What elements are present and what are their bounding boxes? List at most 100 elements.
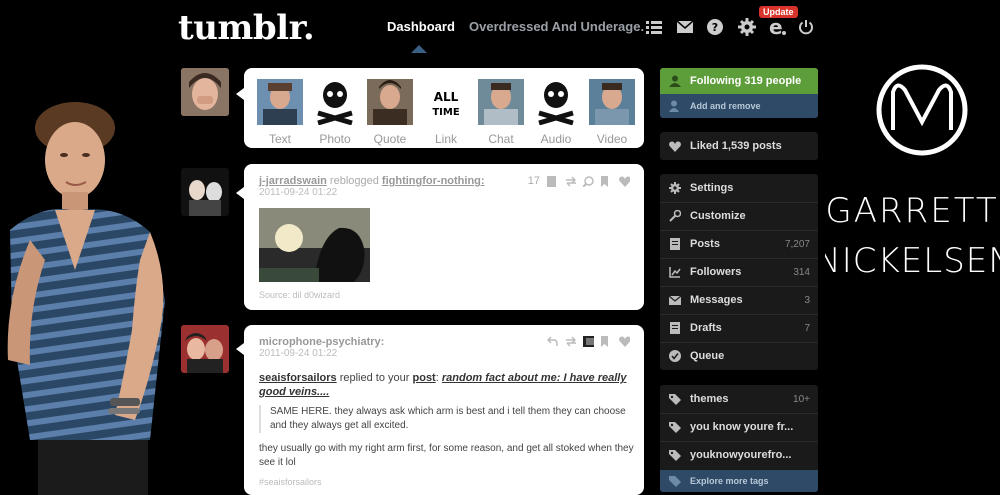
liked-row[interactable]: Liked 1,539 posts — [660, 132, 818, 160]
reply-icon[interactable] — [547, 336, 558, 347]
post-reblog: j-jarradswain reblogged fightingfor-noth… — [244, 164, 644, 310]
heart-icon — [669, 140, 681, 152]
nav-active-caret — [411, 45, 427, 53]
tag-label: youknowyourefro... — [690, 449, 792, 461]
post-type-label: Text — [268, 132, 291, 146]
sidebar-item-count: 7 — [804, 322, 810, 334]
post-header: microphone-psychiatry: — [259, 336, 384, 348]
tumblr-logo[interactable]: tumblr. — [178, 8, 315, 48]
sidebar-item-posts[interactable]: Posts 7,207 — [660, 230, 818, 258]
post-controls — [547, 336, 630, 347]
post-type-video[interactable]: Video — [588, 79, 636, 146]
post-date: 2011-09-24 01:22 — [259, 187, 338, 198]
post-type-label: Video — [596, 132, 628, 146]
post-type-text[interactable]: Text — [256, 79, 304, 146]
list-icon[interactable] — [643, 16, 665, 38]
bookmark-icon[interactable] — [601, 175, 612, 187]
photo-thumbnail-icon[interactable] — [583, 336, 594, 347]
post-action: reblogged — [329, 175, 379, 187]
sidebar-item-count: 314 — [793, 266, 810, 278]
sidebar-item-messages[interactable]: Messages 3 — [660, 286, 818, 314]
post-source-link[interactable]: fightingfor-nothing: — [382, 175, 485, 187]
sidebar-menu: Settings Customize Posts 7,207 Followers… — [660, 174, 818, 370]
bookmark-icon[interactable] — [601, 336, 612, 347]
post-controls: 17 — [528, 175, 630, 187]
post-photo[interactable] — [259, 208, 370, 282]
quote-text: SAME HERE. they always ask which arm is … — [270, 406, 626, 431]
post-date: 2011-09-24 01:22 — [259, 348, 338, 359]
power-icon[interactable] — [795, 16, 817, 38]
nav-blog-title[interactable]: Overdressed And Underage. — [469, 19, 644, 34]
post-author-link[interactable]: microphone-psychiatry: — [259, 336, 384, 348]
reply-text: replied to your — [339, 372, 410, 384]
sidebar-item-drafts[interactable]: Drafts 7 — [660, 314, 818, 342]
post-type-photo[interactable]: Photo — [311, 79, 359, 146]
tag-icon — [669, 449, 681, 461]
tracked-tags: themes 10+ you know youre fr... youknowy… — [660, 385, 818, 492]
mail-icon[interactable] — [674, 16, 696, 38]
tag-label: themes — [690, 393, 729, 405]
person-icon — [669, 75, 681, 87]
gear-icon — [669, 182, 681, 194]
tag-icon — [669, 393, 681, 405]
post-source[interactable]: Source: dil d0wizard — [259, 290, 340, 300]
like-heart-icon[interactable] — [619, 176, 630, 187]
sidebar-item-followers[interactable]: Followers 314 — [660, 258, 818, 286]
banner-name-line1: GARRETT — [825, 191, 998, 231]
sidebar-item-count: 7,207 — [784, 238, 810, 250]
search-icon[interactable] — [583, 175, 594, 187]
gear-icon[interactable] — [736, 16, 758, 38]
followers-chart-icon — [669, 266, 681, 278]
explore-tags-button[interactable]: Explore more tags — [660, 470, 818, 492]
liked-label: Liked 1,539 posts — [690, 140, 782, 152]
tag-count: 10+ — [793, 393, 810, 405]
tag-item[interactable]: youknowyourefro... — [660, 441, 818, 469]
post-reply-line: seaisforsailors replied to your post: ra… — [259, 372, 627, 398]
post-type-link[interactable]: ALL TIME Link — [422, 79, 470, 146]
sidebar-item-label: Queue — [690, 350, 725, 362]
svg-text:?: ? — [712, 21, 718, 34]
sidebar-item-label: Settings — [690, 182, 734, 194]
like-heart-icon[interactable] — [619, 336, 630, 347]
header: tumblr. Dashboard Overdressed And Undera… — [0, 0, 1000, 56]
post-tag[interactable]: #seaisforsailors — [259, 477, 322, 487]
post-header: j-jarradswain reblogged fightingfor-noth… — [259, 175, 485, 187]
wrench-icon — [669, 210, 681, 222]
reblog-icon[interactable] — [565, 175, 576, 187]
sidebar-item-settings[interactable]: Settings — [660, 174, 818, 202]
avatar-post2[interactable] — [181, 325, 229, 373]
following-button[interactable]: Following 319 people — [660, 68, 818, 94]
avatar-own[interactable] — [181, 68, 229, 116]
sidebar-item-count: 3 — [804, 294, 810, 306]
liked-box[interactable]: Liked 1,539 posts — [660, 132, 818, 160]
post-type-quote[interactable]: Quote — [366, 79, 414, 146]
reblog-icon[interactable] — [565, 336, 576, 347]
post-link[interactable]: post — [413, 372, 436, 384]
nav-dashboard[interactable]: Dashboard — [387, 19, 455, 34]
avatar-post1[interactable] — [181, 168, 229, 216]
edit-icon[interactable]: e — [766, 16, 788, 38]
sidebar-item-queue[interactable]: Queue — [660, 342, 818, 370]
notch-post-types — [236, 88, 244, 100]
notes-icon[interactable] — [547, 175, 558, 187]
add-remove-button[interactable]: Add and remove — [660, 94, 818, 118]
svg-text:e: e — [769, 18, 783, 36]
sidebar-item-label: Customize — [690, 210, 746, 222]
sidebar-item-label: Followers — [690, 266, 742, 278]
tag-item[interactable]: themes 10+ — [660, 385, 818, 413]
tag-item[interactable]: you know youre fr... — [660, 413, 818, 441]
post-type-chat[interactable]: Chat — [477, 79, 525, 146]
background-banner-right: GARRETT NICKELSEN — [825, 0, 1000, 495]
sidebar-item-customize[interactable]: Customize — [660, 202, 818, 230]
mail-icon — [669, 294, 681, 306]
tag-icon — [669, 476, 681, 487]
tag-label: you know youre fr... — [690, 421, 794, 433]
post-type-label: Quote — [373, 132, 407, 146]
post-author-link[interactable]: j-jarradswain — [259, 175, 327, 187]
replier-link[interactable]: seaisforsailors — [259, 372, 337, 384]
following-box: Following 319 people Add and remove — [660, 68, 818, 118]
add-person-icon — [669, 100, 679, 112]
help-icon[interactable]: ? — [704, 16, 726, 38]
notes-count[interactable]: 17 — [528, 175, 540, 187]
post-type-audio[interactable]: Audio — [532, 79, 580, 146]
